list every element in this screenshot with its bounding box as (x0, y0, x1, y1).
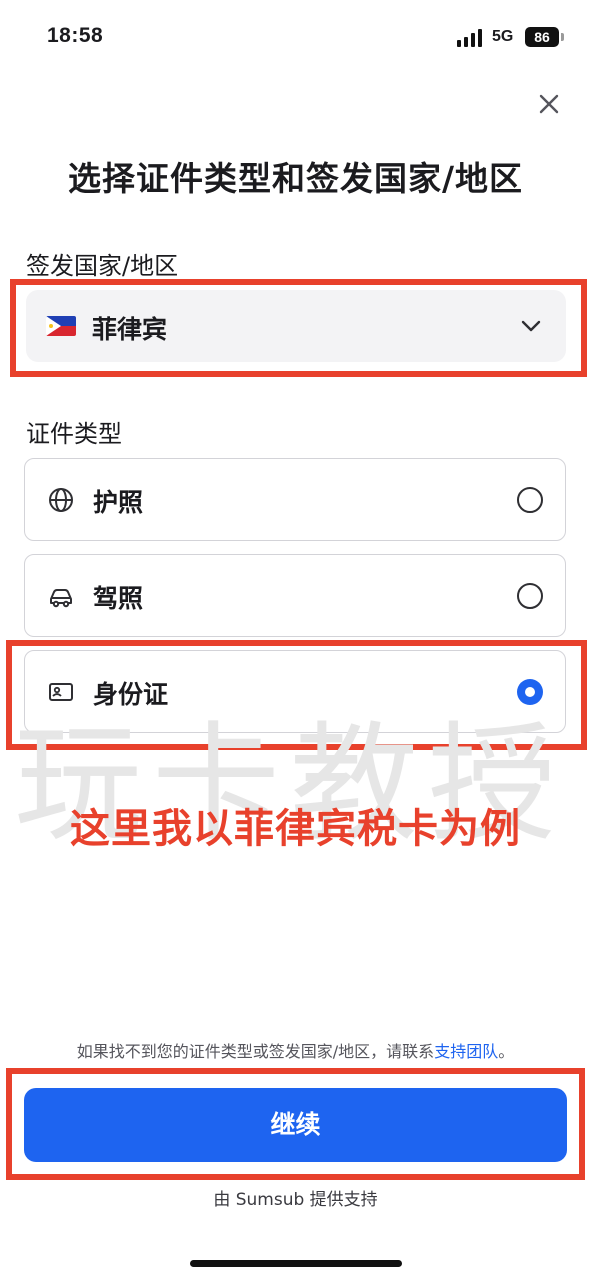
doc-option-label: 护照 (93, 488, 144, 517)
page-title: 选择证件类型和签发国家/地区 (67, 159, 524, 198)
radio-button[interactable] (517, 487, 543, 513)
annotation-text: 这里我以菲律宾税卡为例 (70, 806, 521, 852)
doc-option-label: 驾照 (93, 584, 144, 613)
powered-by-footer: 由 Sumsub 提供支持 (213, 1190, 378, 1210)
battery-tip (561, 33, 564, 41)
help-text-suffix: 。 (498, 1042, 515, 1061)
help-text-body: 如果找不到您的证件类型或签发国家/地区，请联系 (76, 1042, 435, 1061)
document-section-label: 证件类型 (26, 420, 122, 448)
help-text: 如果找不到您的证件类型或签发国家/地区，请联系支持团队。 (0, 1038, 591, 1062)
support-team-link[interactable]: 支持团队 (434, 1042, 498, 1061)
country-section-label: 签发国家/地区 (26, 252, 179, 280)
battery-indicator: 86 (525, 27, 559, 47)
status-bar: 18:58 5G 86 (0, 0, 591, 72)
close-icon[interactable] (533, 88, 565, 120)
home-indicator (190, 1260, 402, 1267)
globe-icon (49, 488, 73, 512)
radio-button[interactable] (517, 583, 543, 609)
doc-option-driver-license[interactable]: 驾照 (24, 554, 566, 637)
network-type: 5G (492, 28, 514, 45)
car-icon (50, 589, 72, 608)
continue-button[interactable]: 继续 (24, 1088, 567, 1162)
cellular-signal-icon (457, 29, 482, 47)
doc-option-passport[interactable]: 护照 (24, 458, 566, 541)
annotation-highlight-country (10, 279, 587, 377)
status-time: 18:58 (47, 24, 104, 47)
